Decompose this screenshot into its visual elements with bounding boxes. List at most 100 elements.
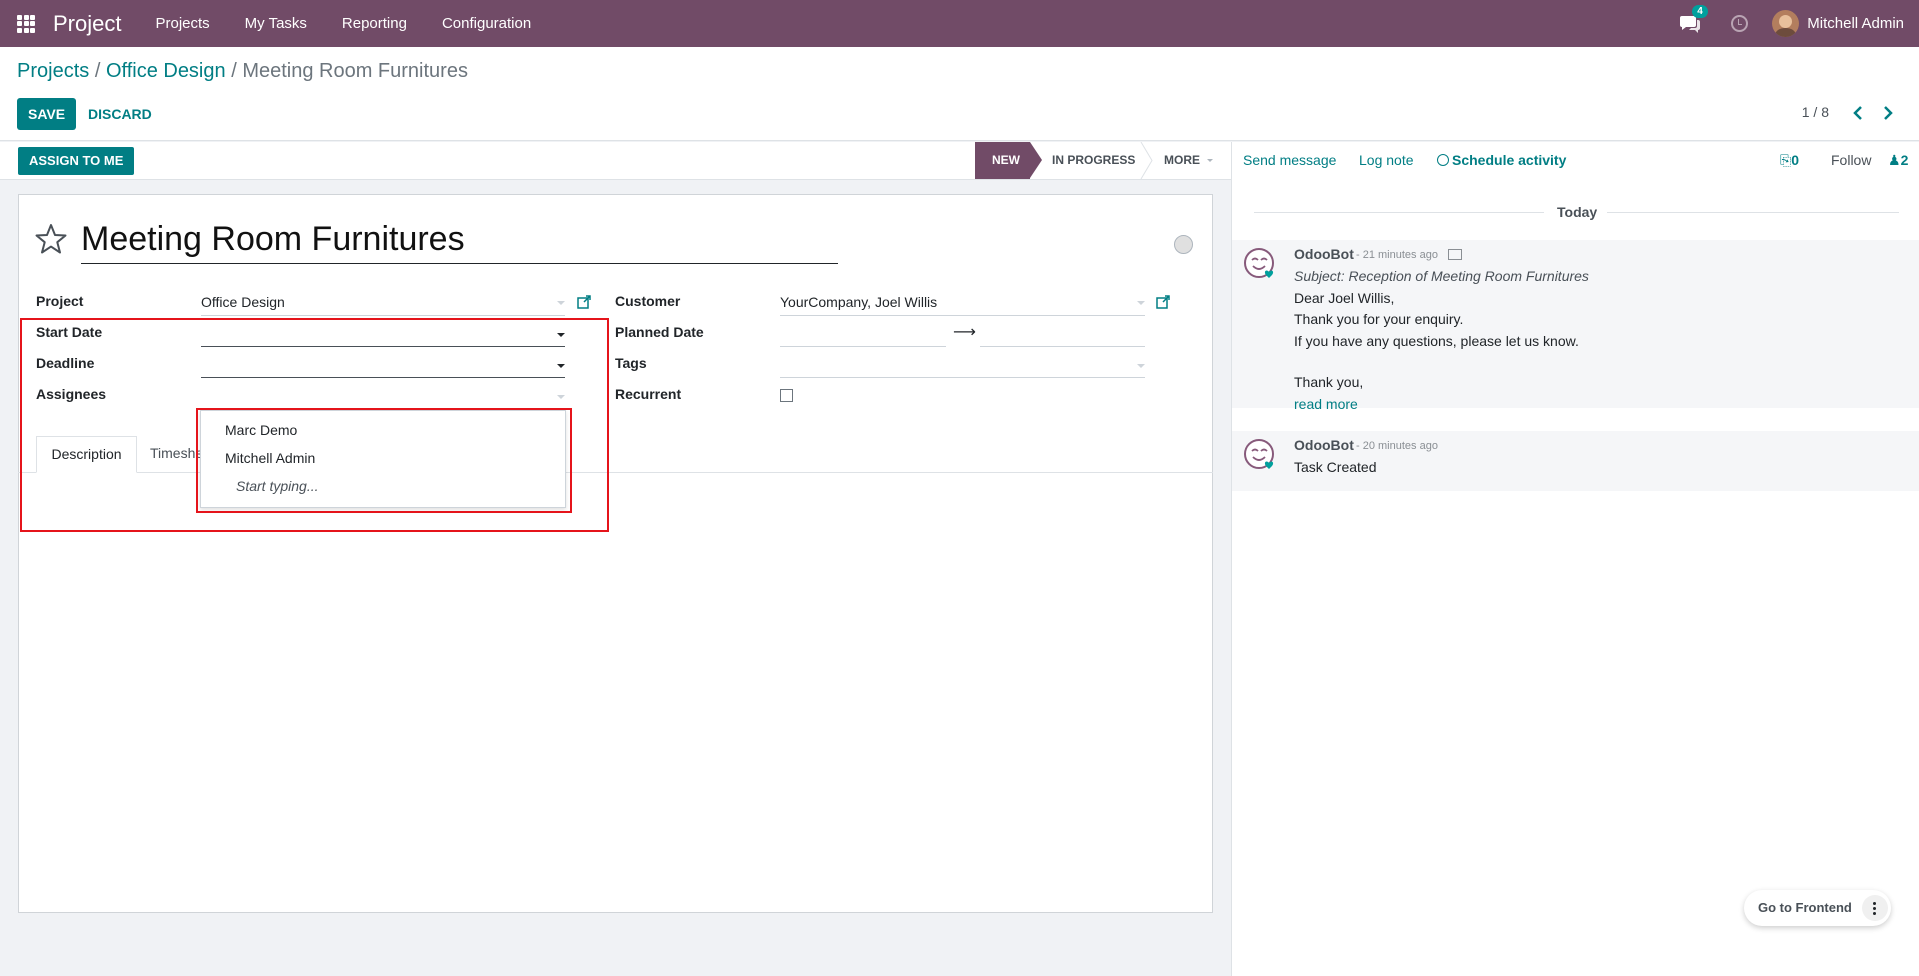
message-time: - 21 minutes ago — [1356, 249, 1438, 261]
top-navbar: Project Projects My Tasks Reporting Conf… — [0, 0, 1919, 47]
activity-clock-icon[interactable] — [1731, 15, 1749, 32]
tags-field-underline — [780, 377, 1145, 378]
user-icon: ♟ — [1888, 152, 1901, 168]
assignees-autocomplete-dropdown: Marc Demo Mitchell Admin Start typing... — [200, 410, 566, 508]
assignee-search-hint: Start typing... — [236, 478, 319, 494]
menu-projects[interactable]: Projects — [155, 15, 209, 32]
apps-menu-icon[interactable] — [17, 14, 35, 33]
deadline-label: Deadline — [36, 355, 95, 371]
assignees-label: Assignees — [36, 386, 107, 402]
go-to-frontend-widget: Go to Frontend — [1744, 890, 1891, 926]
chatter-topbar: Send message Log note Schedule activity … — [1232, 142, 1919, 180]
followers-button[interactable]: ♟2 — [1888, 152, 1908, 169]
start-date-label: Start Date — [36, 324, 103, 340]
message-time: - 20 minutes ago — [1356, 440, 1438, 452]
breadcrumb-projects[interactable]: Projects — [17, 60, 89, 82]
attachments-button[interactable]: ⎘0 — [1780, 152, 1799, 169]
project-field-underline — [201, 315, 565, 316]
assign-to-me-button[interactable]: ASSIGN TO ME — [18, 147, 135, 175]
project-caret-icon[interactable] — [557, 301, 565, 305]
assignee-option[interactable]: Marc Demo — [225, 422, 297, 438]
task-title-input[interactable]: Meeting Room Furnitures — [81, 216, 838, 264]
breadcrumb-current: Meeting Room Furnitures — [242, 60, 468, 82]
chatter-message: OdooBot - 20 minutes ago Task Created — [1232, 431, 1919, 491]
followers-count: 2 — [1900, 152, 1909, 168]
discard-button[interactable]: DISCARD — [80, 98, 160, 130]
start-date-field[interactable] — [201, 324, 557, 344]
read-more-link[interactable]: read more — [1294, 396, 1358, 412]
tags-field[interactable] — [780, 355, 1136, 375]
control-panel: Projects / Office Design / Meeting Room … — [0, 47, 1919, 141]
start-date-underline — [201, 346, 565, 347]
assignee-option[interactable]: Mitchell Admin — [225, 450, 315, 466]
app-brand[interactable]: Project — [53, 11, 121, 37]
external-link-icon[interactable] — [577, 295, 591, 309]
breadcrumb-separator: / — [94, 60, 101, 82]
tab-timesheets[interactable]: Timeshe — [150, 436, 203, 473]
message-line: Task Created — [1294, 459, 1377, 475]
arrow-right-icon: ⟶ — [953, 324, 976, 341]
planned-date-start-field[interactable] — [780, 324, 945, 344]
odoobot-avatar — [1242, 246, 1280, 284]
deadline-caret-icon[interactable] — [557, 364, 565, 368]
chat-icon[interactable]: 4 — [1679, 4, 1708, 34]
assignees-caret-icon[interactable] — [557, 395, 565, 399]
message-line: Thank you, — [1294, 374, 1364, 390]
menu-reporting[interactable]: Reporting — [342, 15, 407, 32]
clock-icon — [1437, 154, 1449, 166]
customer-field[interactable]: YourCompany, Joel Willis — [780, 294, 937, 310]
date-separator-label: Today — [1557, 204, 1598, 220]
planned-date-end-underline — [980, 346, 1145, 347]
pager-value[interactable]: 1 / 8 — [1802, 104, 1829, 120]
deadline-underline — [201, 377, 565, 378]
user-avatar[interactable] — [1772, 10, 1800, 37]
chevron-left-icon[interactable] — [1852, 105, 1864, 121]
follow-button[interactable]: Follow — [1831, 152, 1871, 168]
breadcrumb: Projects / Office Design / Meeting Room … — [17, 60, 468, 83]
assignees-field[interactable] — [201, 386, 557, 406]
message-author[interactable]: OdooBot — [1294, 246, 1354, 262]
tags-label: Tags — [615, 355, 647, 371]
message-author[interactable]: OdooBot — [1294, 437, 1354, 453]
message-line: Thank you for your enquiry. — [1294, 311, 1464, 327]
star-icon[interactable] — [34, 222, 68, 256]
paperclip-icon: ⎘ — [1780, 152, 1792, 168]
envelope-icon — [1448, 249, 1462, 260]
menu-configuration[interactable]: Configuration — [442, 15, 531, 32]
more-options-icon[interactable] — [1862, 895, 1888, 921]
go-to-frontend-button[interactable]: Go to Frontend — [1758, 900, 1852, 915]
send-message-button[interactable]: Send message — [1243, 152, 1336, 168]
project-field[interactable]: Office Design — [201, 294, 285, 310]
save-button[interactable]: SAVE — [17, 98, 77, 130]
stage-divider — [1140, 141, 1154, 180]
chevron-right-icon[interactable] — [1882, 105, 1894, 121]
planned-date-end-field[interactable] — [980, 324, 1145, 344]
message-line: If you have any questions, please let us… — [1294, 333, 1579, 349]
deadline-field[interactable] — [201, 355, 557, 375]
attachments-count: 0 — [1791, 152, 1799, 168]
customer-field-underline — [780, 315, 1145, 316]
form-statusbar: ASSIGN TO ME NEW IN PROGRESS MORE — [0, 141, 1231, 180]
stage-new[interactable]: NEW — [975, 142, 1042, 179]
menu-my-tasks[interactable]: My Tasks — [245, 15, 307, 32]
stage-more-label: MORE — [1164, 153, 1200, 167]
user-menu[interactable]: Mitchell Admin — [1807, 15, 1904, 32]
customer-label: Customer — [615, 293, 681, 309]
schedule-activity-label: Schedule activity — [1452, 152, 1567, 168]
chevron-down-icon — [1207, 159, 1214, 163]
customer-caret-icon[interactable] — [1137, 301, 1145, 305]
recurrent-checkbox[interactable] — [780, 389, 793, 402]
external-link-icon[interactable] — [1156, 295, 1170, 309]
log-note-button[interactable]: Log note — [1359, 152, 1414, 168]
odoobot-avatar — [1242, 437, 1280, 475]
project-label: Project — [36, 293, 84, 309]
schedule-activity-button[interactable]: Schedule activity — [1437, 152, 1566, 168]
breadcrumb-office-design[interactable]: Office Design — [106, 60, 226, 82]
message-line: Dear Joel Willis, — [1294, 290, 1395, 306]
kanban-state-icon[interactable] — [1174, 235, 1193, 254]
tab-description[interactable]: Description — [36, 436, 137, 473]
start-date-caret-icon[interactable] — [557, 333, 565, 337]
stage-in-progress[interactable]: IN PROGRESS — [1052, 142, 1135, 179]
tags-caret-icon[interactable] — [1137, 364, 1145, 368]
stage-more-dropdown[interactable]: MORE — [1164, 142, 1214, 179]
